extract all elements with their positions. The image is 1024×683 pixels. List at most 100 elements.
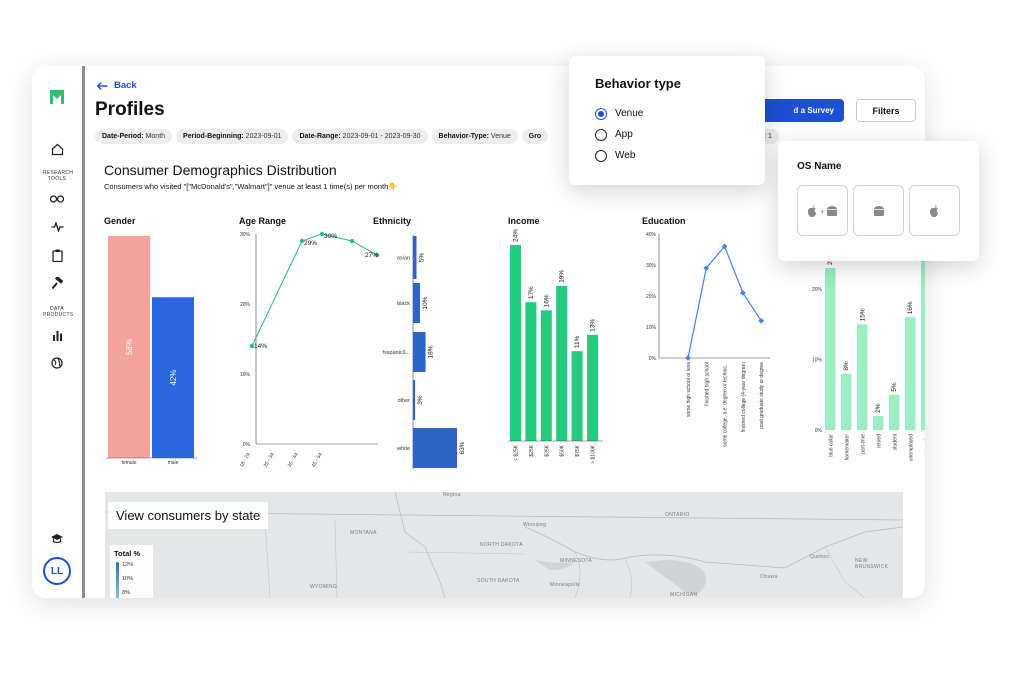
tick-label: white xyxy=(396,446,410,452)
map-legend: Total % 12% 10% 8% xyxy=(110,545,153,598)
tick-label: asian xyxy=(397,256,410,262)
behavior-type-title: Behavior type xyxy=(595,76,681,91)
os-name-title: OS Name xyxy=(797,161,842,172)
tick-label: < $25K xyxy=(514,444,520,461)
bar-label: 11% xyxy=(574,335,581,348)
bar-label: 8% xyxy=(843,361,850,371)
tick-label: 20% xyxy=(812,287,823,293)
occupation-bar xyxy=(873,415,884,430)
bar-label: 2% xyxy=(875,403,882,413)
radio-web[interactable]: Web xyxy=(595,145,739,166)
map-label: Regina xyxy=(443,492,461,498)
map-label: MONTANA xyxy=(350,530,377,536)
avatar[interactable]: LL xyxy=(43,557,71,585)
tick-label: unemployed xyxy=(908,434,914,461)
radio-app[interactable]: App xyxy=(595,124,739,145)
graduation-cap-icon[interactable] xyxy=(46,527,68,549)
tick-label: $75K xyxy=(575,444,581,456)
tick-label: 0% xyxy=(815,428,823,434)
chart-title: Gender xyxy=(104,216,136,226)
map-label: Minneapolis xyxy=(550,582,580,588)
chart-title: Ethnicity xyxy=(373,216,411,226)
occupation-bar xyxy=(857,324,868,430)
research-tools-label: RESEARCH TOOLS xyxy=(43,170,74,182)
globe-icon[interactable] xyxy=(46,352,68,374)
tick-label: some high school or less xyxy=(686,362,692,418)
home-icon[interactable] xyxy=(46,138,68,160)
map-label: Ottawa xyxy=(760,574,778,580)
education-point xyxy=(685,355,691,361)
logo-icon[interactable] xyxy=(48,88,66,106)
activity-icon[interactable] xyxy=(46,216,68,238)
binoculars-icon[interactable] xyxy=(46,188,68,210)
legend-color-scale xyxy=(116,562,119,598)
clipboard-icon[interactable] xyxy=(46,244,68,266)
bar-label: 17% xyxy=(528,286,535,299)
income-bar xyxy=(525,302,537,441)
occupation-bar xyxy=(889,394,900,430)
radio-label: Venue xyxy=(615,108,644,119)
svg-text:+: + xyxy=(819,208,825,216)
tick-label: $35K xyxy=(544,444,550,456)
bar-label: 18% xyxy=(428,345,435,358)
tick-label: female xyxy=(121,460,136,466)
map-label: Quebec xyxy=(810,554,830,560)
bar-label: 63% xyxy=(459,441,466,454)
os-option-android[interactable] xyxy=(853,185,904,236)
os-name-panel: OS Name + xyxy=(778,141,979,261)
bar-label: 15% xyxy=(859,308,866,321)
income-bar xyxy=(556,285,568,441)
apple-icon xyxy=(929,205,939,217)
tick-label: blue collar xyxy=(828,434,834,457)
occupation-bar xyxy=(921,261,925,430)
bar-label: 42% xyxy=(169,370,178,386)
age-line xyxy=(251,233,378,347)
radio-venue[interactable]: Venue xyxy=(595,103,739,124)
tick-label: 20% xyxy=(646,294,657,300)
tick-label: 10% xyxy=(646,325,657,331)
hammer-icon[interactable] xyxy=(46,272,68,294)
bar-chart-icon[interactable] xyxy=(46,324,68,346)
tick-label: 10% xyxy=(240,372,251,378)
tick-label: part-time xyxy=(860,434,866,454)
chart-title: Income xyxy=(508,216,540,226)
tick-label: 45 - 54 xyxy=(311,452,324,469)
tick-label: 40% xyxy=(646,232,657,238)
legend-value: 10% xyxy=(122,576,134,582)
radio-button[interactable] xyxy=(595,149,607,162)
state-map[interactable]: Regina Winnipeg ONTARIO Quebec NEW BRUNS… xyxy=(105,492,903,598)
income-bar xyxy=(510,245,521,441)
bar-label: 10% xyxy=(422,296,429,309)
radio-button-selected[interactable] xyxy=(595,107,607,120)
data-label: 29% xyxy=(304,240,317,247)
tick-label: some college, a.e. degree or technic... xyxy=(723,362,729,447)
tick-label: 10% xyxy=(812,358,823,364)
map-label: WYOMING xyxy=(310,584,338,590)
android-icon xyxy=(873,205,884,216)
tick-label: finished college (4-year degree) xyxy=(741,362,747,433)
tick-label: 18 - 24 xyxy=(239,452,252,469)
tick-label: 0% xyxy=(649,356,657,362)
bar-label: 16% xyxy=(907,301,914,314)
tick-label: male xyxy=(168,460,179,466)
bar-label: 16% xyxy=(543,294,550,307)
os-option-apple-android[interactable]: + xyxy=(797,185,848,236)
tick-label: white collar xyxy=(924,434,925,459)
bar-label: 58% xyxy=(125,339,134,355)
tick-label: finished high school xyxy=(704,362,710,406)
tick-label: 0% xyxy=(243,442,251,448)
bar-label: 3% xyxy=(417,395,424,405)
tick-label: 20% xyxy=(240,302,251,308)
income-bar xyxy=(540,310,552,441)
tick-label: homemaker xyxy=(844,434,850,461)
tick-label: 30% xyxy=(240,232,251,238)
ethnicity-bar xyxy=(413,283,420,323)
chart-title: Age Range xyxy=(239,216,286,226)
income-bar xyxy=(571,351,583,441)
map-label: Winnipeg xyxy=(523,522,547,528)
ethnicity-bar xyxy=(413,332,426,372)
legend-value: 8% xyxy=(122,590,130,596)
os-option-apple[interactable] xyxy=(909,185,960,236)
age-point xyxy=(349,238,355,244)
radio-button[interactable] xyxy=(595,128,607,141)
